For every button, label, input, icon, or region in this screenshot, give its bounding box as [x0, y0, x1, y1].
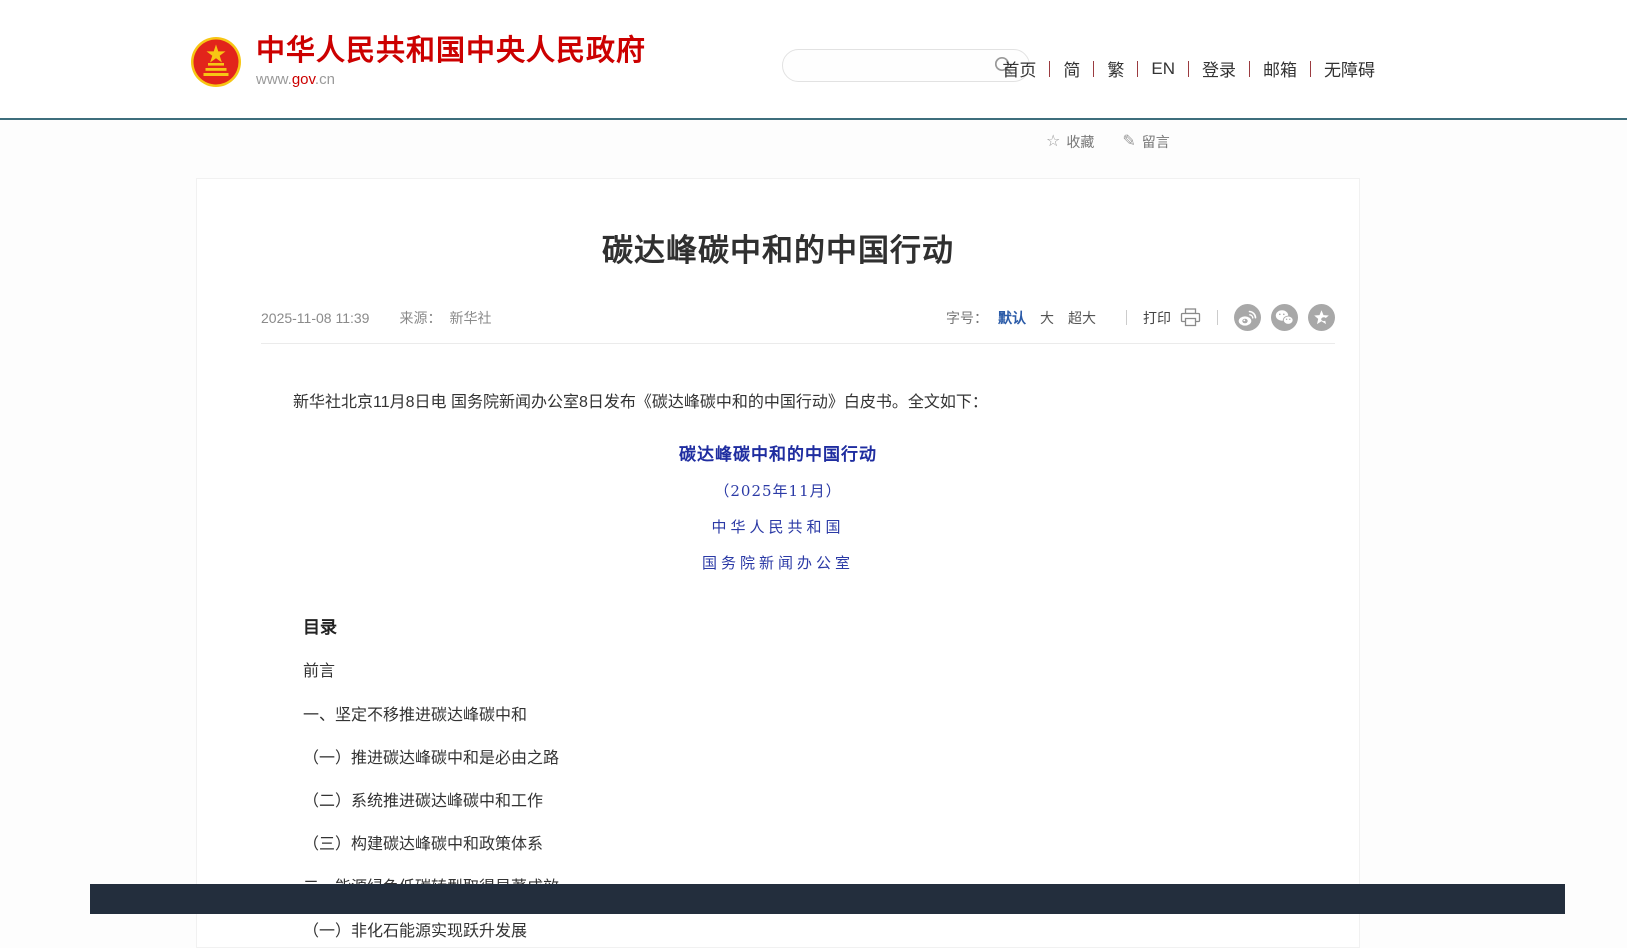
- toc-item: （一）非化石能源实现跃升发展: [303, 922, 1295, 941]
- site-url-cn: .cn: [315, 71, 335, 88]
- favorite-label: 收藏: [1066, 132, 1094, 152]
- meta-right: 字号： 默认 大 超大 打印: [946, 304, 1335, 331]
- toc-item: 一、坚定不移推进碳达峰碳中和: [303, 706, 1295, 725]
- font-size-label: 字号：: [946, 308, 988, 328]
- top-nav: 首页 简 繁 EN 登录 邮箱 无障碍: [989, 56, 1375, 81]
- message-label: 留言: [1142, 132, 1170, 152]
- nav-english[interactable]: EN: [1138, 59, 1188, 79]
- star-share-icon: [1308, 304, 1335, 331]
- document-header: 碳达峰碳中和的中国行动 （2025年11月） 中华人民共和国 国务院新闻办公室: [261, 440, 1295, 573]
- nav-mail[interactable]: 邮箱: [1250, 56, 1310, 81]
- toc-item: （三）构建碳达峰碳中和政策体系: [303, 835, 1295, 854]
- document-issuer-country: 中华人民共和国: [261, 516, 1295, 537]
- toc-heading: 目录: [303, 613, 1295, 638]
- font-size-xlarge[interactable]: 超大: [1068, 308, 1096, 328]
- nav-home[interactable]: 首页: [989, 56, 1049, 81]
- quick-actions: ☆ 收藏 ✎ 留言: [1046, 132, 1170, 152]
- share-more-button[interactable]: [1308, 304, 1335, 331]
- nav-accessibility[interactable]: 无障碍: [1311, 56, 1375, 81]
- document-title: 碳达峰碳中和的中国行动: [261, 440, 1295, 465]
- meta-left: 2025-11-08 11:39 来源： 新华社: [261, 308, 491, 328]
- share-weibo-button[interactable]: [1234, 304, 1261, 331]
- favorite-link[interactable]: ☆ 收藏: [1046, 132, 1094, 152]
- print-button[interactable]: 打印: [1143, 308, 1201, 328]
- site-title: 中华人民共和国中央人民政府: [256, 36, 646, 68]
- toc-item: （一）推进碳达峰碳中和是必由之路: [303, 749, 1295, 768]
- national-emblem-icon: [190, 36, 242, 88]
- logo-text: 中华人民共和国中央人民政府 www.gov.cn: [256, 36, 646, 88]
- vertical-separator: [1126, 310, 1127, 325]
- share-wechat-button[interactable]: [1271, 304, 1298, 331]
- article-body: 新华社北京11月8日电 国务院新闻办公室8日发布《碳达峰碳中和的中国行动》白皮书…: [197, 390, 1359, 941]
- gov-home-logo-link[interactable]: 中华人民共和国中央人民政府 www.gov.cn: [190, 36, 646, 88]
- article-card: 碳达峰碳中和的中国行动 2025-11-08 11:39 来源： 新华社 字号：…: [196, 178, 1360, 948]
- vertical-separator: [1217, 310, 1218, 325]
- site-header: 中华人民共和国中央人民政府 www.gov.cn 首页 简 繁 EN 登录: [0, 0, 1627, 118]
- source-label: 来源：: [399, 308, 441, 328]
- publish-time: 2025-11-08 11:39: [261, 310, 369, 326]
- search-input[interactable]: [783, 50, 993, 81]
- star-outline-icon: ☆: [1046, 134, 1060, 150]
- pencil-icon: ✎: [1122, 134, 1135, 150]
- wechat-icon: [1271, 304, 1298, 331]
- message-link[interactable]: ✎ 留言: [1122, 132, 1169, 152]
- nav-traditional[interactable]: 繁: [1094, 56, 1137, 81]
- header-divider-line: [0, 118, 1627, 120]
- nav-simplified[interactable]: 简: [1050, 56, 1093, 81]
- document-date: （2025年11月）: [261, 480, 1295, 501]
- article-title: 碳达峰碳中和的中国行动: [197, 225, 1359, 270]
- font-size-default[interactable]: 默认: [998, 308, 1026, 328]
- document-issuer-office: 国务院新闻办公室: [261, 552, 1295, 573]
- site-url-www: www.: [256, 71, 292, 88]
- footer-top-strip: [90, 884, 1565, 914]
- toc-item: 前言: [303, 662, 1295, 681]
- print-label: 打印: [1143, 308, 1171, 328]
- printer-icon: [1180, 308, 1201, 327]
- nav-login[interactable]: 登录: [1189, 56, 1249, 81]
- source-name: 新华社: [449, 308, 491, 328]
- lead-paragraph: 新华社北京11月8日电 国务院新闻办公室8日发布《碳达峰碳中和的中国行动》白皮书…: [261, 390, 1295, 416]
- toc-item: （二）系统推进碳达峰碳中和工作: [303, 792, 1295, 811]
- share-group: [1234, 304, 1335, 331]
- site-url-gov: gov: [292, 71, 315, 88]
- site-url: www.gov.cn: [256, 71, 646, 88]
- article-meta-row: 2025-11-08 11:39 来源： 新华社 字号： 默认 大 超大 打印: [261, 304, 1335, 344]
- font-size-large[interactable]: 大: [1040, 308, 1054, 328]
- source: 来源： 新华社: [399, 308, 491, 328]
- weibo-icon: [1234, 304, 1261, 331]
- header-inner: 中华人民共和国中央人民政府 www.gov.cn 首页 简 繁 EN 登录: [190, 0, 1375, 118]
